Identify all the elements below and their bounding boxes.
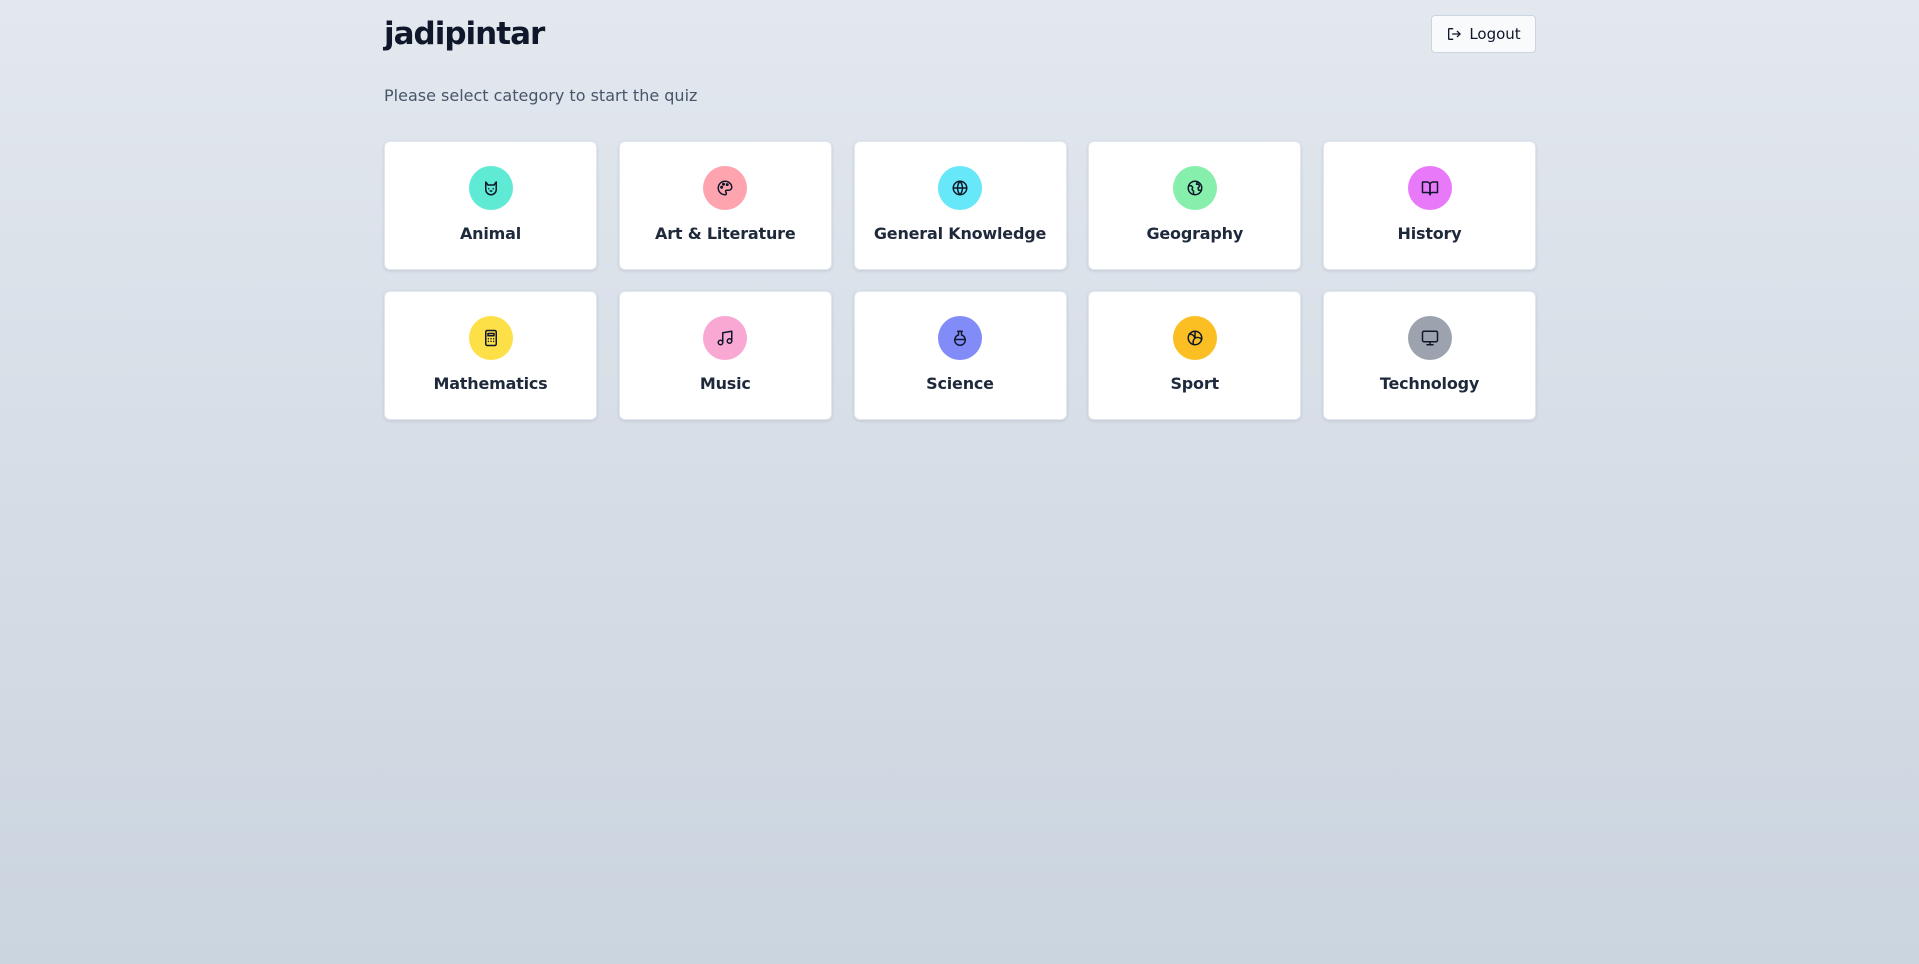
category-card-mathematics[interactable]: Mathematics — [384, 291, 597, 420]
book-open-icon — [1421, 181, 1438, 196]
brand-logo: jadipintar — [384, 16, 545, 52]
category-card-general-knowledge[interactable]: General Knowledge — [853, 141, 1067, 270]
category-card-history[interactable]: History — [1323, 141, 1536, 270]
music-note-icon — [717, 330, 733, 346]
monitor-icon — [1421, 330, 1438, 346]
category-label: Geography — [1146, 224, 1244, 243]
category-card-animal[interactable]: Animal — [384, 141, 597, 270]
category-label: Science — [926, 374, 994, 393]
palette-icon — [717, 180, 733, 196]
category-card-science[interactable]: Science — [853, 291, 1067, 420]
category-label: Mathematics — [433, 374, 548, 393]
category-icon-badge — [1407, 166, 1452, 210]
logout-label: Logout — [1469, 25, 1521, 43]
category-label: General Knowledge — [873, 224, 1047, 243]
globe-icon — [952, 180, 968, 196]
category-icon-badge — [938, 166, 982, 210]
page-subtitle: Please select category to start the quiz — [384, 86, 698, 105]
logout-icon — [1448, 28, 1461, 40]
calculator-icon — [484, 329, 497, 347]
category-label: Technology — [1379, 374, 1480, 393]
category-label: Art & Literature — [655, 224, 796, 243]
category-grid: Animal Art & Literature General Knowledg… — [384, 141, 1536, 420]
category-card-art-literature[interactable]: Art & Literature — [618, 141, 832, 270]
category-label: Animal — [459, 224, 521, 243]
category-icon-badge — [703, 166, 748, 210]
category-icon-badge — [938, 316, 982, 360]
earth-icon — [1187, 180, 1203, 196]
category-card-geography[interactable]: Geography — [1088, 141, 1302, 270]
category-icon-badge — [1172, 166, 1217, 210]
main-container: jadipintar Logout Please select category… — [384, 0, 1536, 420]
category-icon-badge — [703, 316, 748, 360]
category-icon-badge — [468, 166, 513, 210]
category-icon-badge — [1407, 316, 1452, 360]
category-label: Music — [699, 374, 751, 393]
category-label: History — [1397, 224, 1462, 243]
category-card-sport[interactable]: Sport — [1088, 291, 1302, 420]
volleyball-icon — [1187, 330, 1203, 346]
header: jadipintar Logout — [384, 0, 1536, 68]
category-icon-badge — [468, 316, 513, 360]
category-card-music[interactable]: Music — [618, 291, 832, 420]
logout-button[interactable]: Logout — [1431, 15, 1536, 53]
flask-icon — [954, 330, 966, 347]
category-label: Sport — [1170, 374, 1219, 393]
category-card-technology[interactable]: Technology — [1323, 291, 1536, 420]
cat-icon — [484, 181, 497, 196]
category-icon-badge — [1172, 316, 1217, 360]
